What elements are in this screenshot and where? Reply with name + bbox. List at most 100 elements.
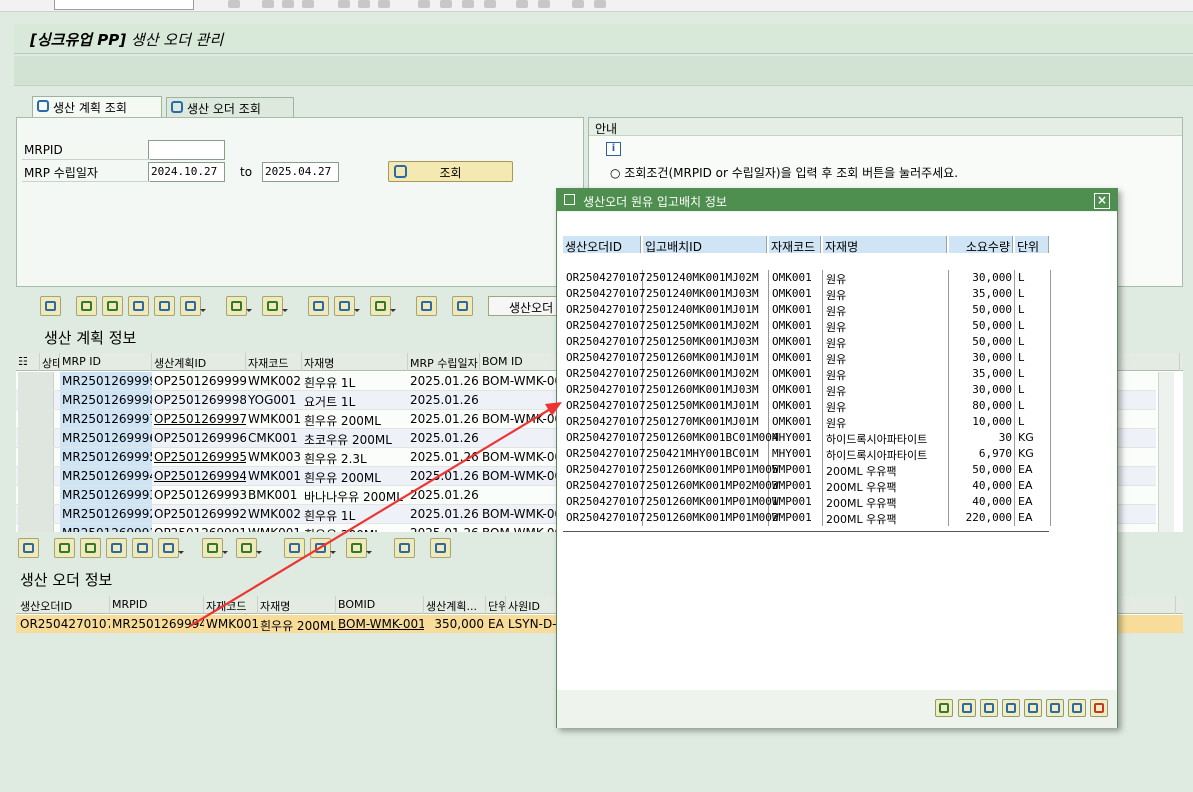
table-row[interactable]: OR2504270107 2501260MK001MP01M005 WMP001 20…: [563, 462, 1051, 478]
subtotal-icon[interactable]: [262, 296, 288, 316]
filter-icon[interactable]: [1046, 699, 1064, 717]
export-icon[interactable]: [346, 538, 372, 558]
col-status[interactable]: 상태: [40, 353, 60, 371]
plan-id-cell[interactable]: OP2501269997: [152, 410, 246, 428]
details-icon[interactable]: [40, 296, 61, 316]
layout-icon[interactable]: [416, 296, 437, 316]
table-row[interactable]: OR2504270107 2501260MK001MJ02M OMK001 원유 35,…: [563, 366, 1051, 382]
prev-page-icon[interactable]: [440, 0, 452, 8]
layout-icon[interactable]: [594, 0, 606, 8]
table-row[interactable]: OR2504270107 2501250MK001MJ02M OMK001 원유 50,…: [563, 318, 1051, 334]
col-material-name[interactable]: 자재명: [823, 236, 947, 253]
tab-production-plan[interactable]: 생산 계획 조회: [32, 96, 162, 118]
table-row[interactable]: OR2504270107 2501240MK001MJ01M OMK001 원유 50,…: [563, 302, 1051, 318]
save-icon[interactable]: [228, 0, 240, 8]
sum-icon[interactable]: [202, 538, 228, 558]
cancel-icon[interactable]: [302, 0, 314, 8]
row-selector[interactable]: [18, 372, 54, 390]
row-selector[interactable]: [18, 410, 54, 428]
info-icon[interactable]: [452, 296, 473, 316]
table-row[interactable]: OR2504270107 2501240MK001MJ02M OMK001 원유 30,…: [563, 270, 1051, 286]
table-row[interactable]: OR2504270107 2501260MK001MP01M001 WMP001 20…: [563, 494, 1051, 510]
table-row[interactable]: OR2504270107 2501260MK001MP01M002 WMP001 20…: [563, 510, 1051, 526]
col-mrp-id[interactable]: MRP ID: [60, 353, 152, 371]
filter-icon[interactable]: [158, 538, 184, 558]
mrpid-field[interactable]: [148, 140, 225, 160]
find-next-icon[interactable]: [132, 538, 153, 558]
col-material-name[interactable]: 자재명: [302, 353, 408, 371]
info-icon[interactable]: [430, 538, 451, 558]
sort-asc-icon[interactable]: [54, 538, 75, 558]
plan-id-cell[interactable]: OP2501269995: [152, 448, 246, 466]
table-row[interactable]: OR2504270107 250421MHY001BC01M MHY001 하이드록시…: [563, 446, 1051, 462]
table-row[interactable]: OR2504270107 2501250MK001MJ01M OMK001 원유 80,…: [563, 398, 1051, 414]
row-selector[interactable]: [18, 391, 54, 409]
views-icon[interactable]: [334, 296, 360, 316]
row-selector[interactable]: [18, 505, 54, 523]
sort-asc-icon[interactable]: [980, 699, 998, 717]
exit-icon[interactable]: [282, 0, 294, 8]
col-bomid[interactable]: BOMID: [336, 596, 424, 614]
col-required-qty[interactable]: 소요수량: [949, 236, 1013, 253]
close-icon[interactable]: ×: [1094, 193, 1110, 209]
print-icon[interactable]: [284, 538, 305, 558]
back-icon[interactable]: [262, 0, 274, 8]
table-row[interactable]: OR2504270107 2501260MK001MJ01M OMK001 원유 30,…: [563, 350, 1051, 366]
select-all-icon[interactable]: ☷: [16, 353, 40, 371]
views-icon[interactable]: [310, 538, 336, 558]
date-from-field[interactable]: 2024.10.27: [148, 162, 225, 182]
table-row[interactable]: OR2504270107 2501270MK001MJ01M OMK001 원유 10,…: [563, 414, 1051, 430]
plan-grid-scrollbar[interactable]: [1158, 372, 1174, 532]
table-row[interactable]: OR2504270107 2501260MK001MP02M003 WMP001 20…: [563, 478, 1051, 494]
table-row[interactable]: OR2504270107 2501260MK001MJ03M OMK001 원유 30,…: [563, 382, 1051, 398]
plan-id-cell[interactable]: OP2501269994: [152, 467, 246, 485]
col-mrp-date[interactable]: MRP 수립일자: [408, 353, 480, 371]
print-icon[interactable]: [308, 296, 329, 316]
subtotal-icon[interactable]: [236, 538, 262, 558]
confirm-icon[interactable]: [935, 699, 953, 717]
tab-production-order[interactable]: 생산 오더 조회: [166, 97, 294, 117]
cancel-icon[interactable]: [1090, 699, 1108, 717]
col-material-name[interactable]: 자재명: [258, 596, 336, 614]
col-batch-id[interactable]: 입고배치ID: [643, 236, 767, 253]
col-plan-id[interactable]: 생산계획ID: [152, 353, 246, 371]
table-row[interactable]: OR2504270107 2501250MK001MJ03M OMK001 원유 50,…: [563, 334, 1051, 350]
next-page-icon[interactable]: [462, 0, 474, 8]
col-material-code[interactable]: 자재코드: [246, 353, 302, 371]
help-icon[interactable]: [572, 0, 584, 8]
last-page-icon[interactable]: [484, 0, 496, 8]
table-row[interactable]: OR2504270107 2501240MK001MJ03M OMK001 원유 35,…: [563, 286, 1051, 302]
layout-icon[interactable]: [1068, 699, 1086, 717]
filter-icon[interactable]: [180, 296, 206, 316]
row-selector[interactable]: [18, 524, 54, 532]
col-material-code[interactable]: 자재코드: [204, 596, 258, 614]
row-selector[interactable]: [18, 429, 54, 447]
col-unit[interactable]: 단위: [1015, 236, 1049, 253]
find-next-icon[interactable]: [378, 0, 390, 8]
sum-icon[interactable]: [226, 296, 252, 316]
sort-asc-icon[interactable]: [76, 296, 97, 316]
create-order-button[interactable]: 생산오더: [488, 296, 558, 316]
col-mrpid[interactable]: MRPID: [110, 596, 204, 614]
row-selector[interactable]: [18, 448, 54, 466]
table-row[interactable]: OR2504270107 2501260MK001BC01M004 MHY001 하이…: [563, 430, 1051, 446]
col-unit[interactable]: 단위: [486, 596, 506, 614]
col-order-id[interactable]: 생산오더ID: [563, 236, 641, 253]
row-selector[interactable]: [18, 486, 54, 504]
print-icon[interactable]: [338, 0, 350, 8]
col-material-code[interactable]: 자재코드: [769, 236, 821, 253]
sort-desc-icon[interactable]: [80, 538, 101, 558]
find-icon[interactable]: [106, 538, 127, 558]
date-to-field[interactable]: 2025.04.27: [262, 162, 339, 182]
details-icon[interactable]: [18, 538, 39, 558]
layout-icon[interactable]: [394, 538, 415, 558]
find-icon[interactable]: [358, 0, 370, 8]
find-next-icon[interactable]: [154, 296, 175, 316]
search-button[interactable]: 조회: [388, 161, 513, 182]
bom-id-link[interactable]: BOM-WMK-001: [336, 615, 424, 633]
find-icon[interactable]: [128, 296, 149, 316]
col-plan-qty[interactable]: 생산계획...: [424, 596, 486, 614]
command-field[interactable]: [54, 0, 194, 10]
sort-desc-icon[interactable]: [102, 296, 123, 316]
first-page-icon[interactable]: [418, 0, 430, 8]
